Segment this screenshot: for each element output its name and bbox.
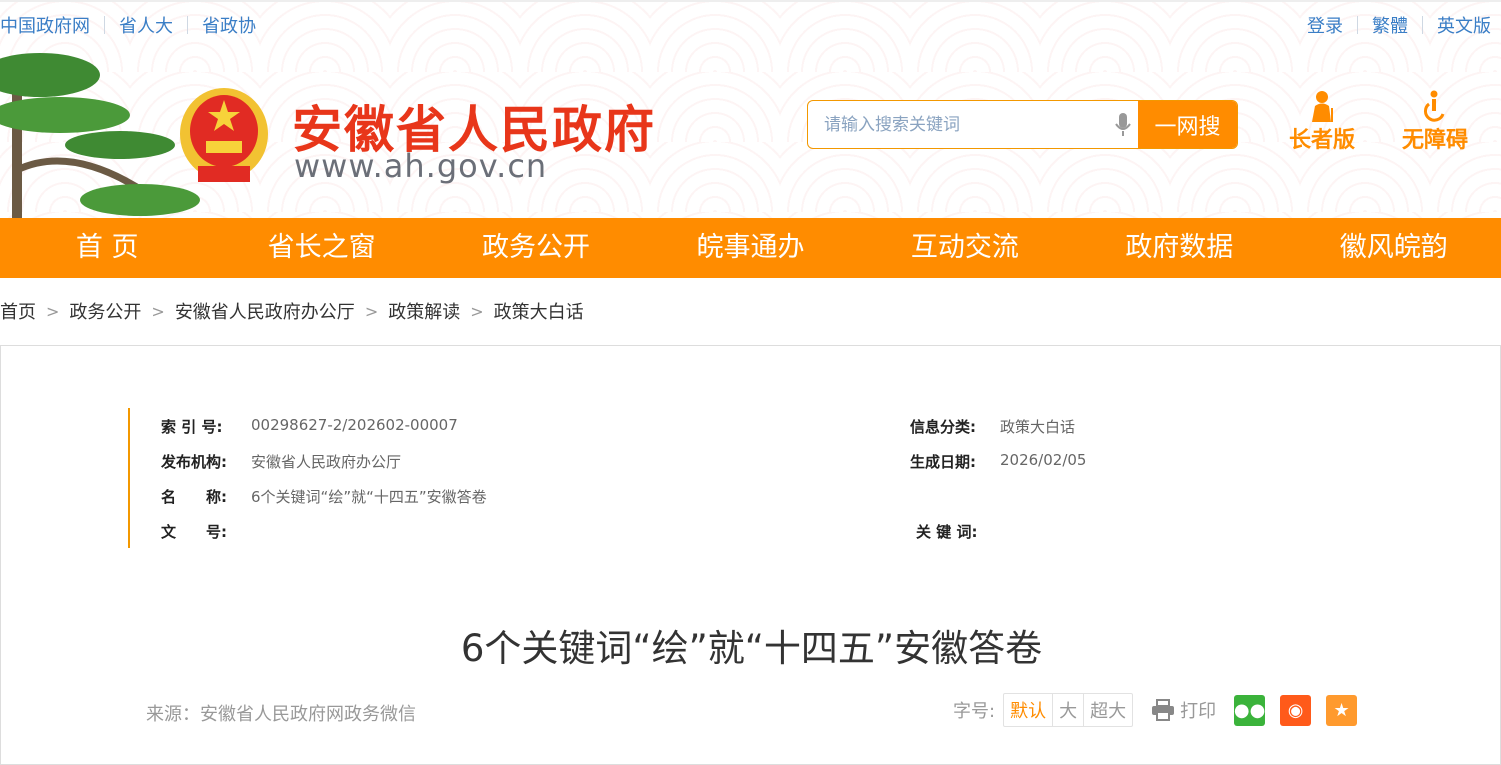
top-right-links: 登录 繁體 英文版	[1307, 12, 1491, 38]
name-value: 6个关键词“绘”就“十四五”安徽答卷	[251, 488, 487, 506]
article-container: 索 引 号: 00298627-2/202602-00007 信息分类: 政策大白话…	[0, 345, 1501, 765]
search-input[interactable]	[808, 101, 1108, 148]
national-emblem-icon	[180, 88, 268, 182]
header: 中国政府网 省人大 省政协 登录 繁體 英文版 安徽省人民政府 www.ah.g…	[0, 0, 1501, 220]
wheelchair-icon	[1424, 90, 1445, 122]
printer-icon	[1152, 699, 1175, 721]
nav-services[interactable]: 皖事通办	[643, 218, 857, 278]
nav-culture[interactable]: 徽风皖韵	[1287, 218, 1501, 278]
date-label: 生成日期:	[910, 453, 976, 471]
elderly-icon	[1312, 91, 1333, 122]
font-xlarge-button[interactable]: 超大	[1083, 694, 1132, 726]
publisher-label: 发布机构:	[161, 453, 227, 471]
date-value: 2026/02/05	[1000, 451, 1087, 469]
search-box: 一网搜	[807, 100, 1238, 149]
nav-data[interactable]: 政府数据	[1072, 218, 1286, 278]
accessibility-button[interactable]: 无障碍	[1402, 90, 1468, 154]
chevron-right-icon: >	[151, 301, 165, 321]
english-link[interactable]: 英文版	[1437, 12, 1491, 38]
article-tools: 字号: 默认 大 超大 打印 ●● ◉ ★	[953, 693, 1358, 727]
docno-label: 文 号:	[161, 523, 227, 541]
top-left-links: 中国政府网 省人大 省政协	[0, 12, 256, 38]
crumb-plain-talk[interactable]: 政策大白话	[494, 298, 584, 324]
category-value: 政策大白话	[1000, 418, 1076, 436]
index-value: 00298627-2/202602-00007	[251, 416, 458, 434]
font-default-button[interactable]: 默认	[1004, 694, 1052, 726]
print-label: 打印	[1180, 701, 1217, 722]
chevron-right-icon: >	[364, 301, 379, 321]
article-source: 来源：安徽省人民政府网政务微信	[146, 704, 416, 725]
crumb-gov-affairs[interactable]: 政务公开	[69, 298, 141, 324]
keywords-label: 关 键 词:	[916, 523, 978, 541]
nav-interaction[interactable]: 互动交流	[858, 218, 1072, 278]
pine-tree-image	[0, 53, 200, 220]
publisher-value: 安徽省人民政府办公厅	[251, 453, 402, 471]
wechat-share-icon[interactable]: ●●	[1234, 694, 1265, 726]
index-label: 索 引 号:	[161, 418, 223, 436]
name-label: 名 称:	[161, 488, 227, 506]
nav-home[interactable]: 首 页	[0, 218, 214, 278]
font-large-button[interactable]: 大	[1052, 694, 1083, 726]
qzone-share-icon[interactable]: ★	[1326, 694, 1358, 726]
article-title: 6个关键词“绘”就“十四五”安徽答卷	[460, 627, 1043, 670]
crumb-policy[interactable]: 政策解读	[388, 298, 460, 324]
accessibility-label: 无障碍	[1402, 128, 1469, 153]
microphone-icon[interactable]	[1108, 101, 1138, 148]
elderly-mode-button[interactable]: 长者版	[1289, 90, 1355, 154]
link-npc[interactable]: 省人大	[119, 12, 173, 38]
chevron-right-icon: >	[46, 301, 60, 321]
crumb-home[interactable]: 首页	[0, 298, 36, 324]
nav-governor[interactable]: 省长之窗	[214, 218, 428, 278]
print-button[interactable]: 打印	[1151, 697, 1216, 723]
search-button[interactable]: 一网搜	[1138, 101, 1237, 148]
font-size-label: 字号:	[953, 701, 996, 722]
traditional-link[interactable]: 繁體	[1372, 12, 1408, 38]
font-size-switcher: 默认 大 超大	[1003, 693, 1134, 727]
meta-table: 索 引 号: 00298627-2/202602-00007 信息分类: 政策大白话…	[128, 408, 1128, 548]
category-label: 信息分类:	[910, 418, 976, 436]
link-gov-cn[interactable]: 中国政府网	[0, 12, 90, 38]
weibo-share-icon[interactable]: ◉	[1280, 694, 1312, 726]
main-nav: 首 页 省长之窗 政务公开 皖事通办 互动交流 政府数据 徽风皖韵	[0, 218, 1501, 278]
nav-gov-affairs[interactable]: 政务公开	[429, 218, 643, 278]
elderly-label: 长者版	[1289, 128, 1356, 153]
crumb-office[interactable]: 安徽省人民政府办公厅	[175, 298, 355, 324]
link-cppcc[interactable]: 省政协	[202, 12, 256, 38]
chevron-right-icon: >	[470, 301, 484, 321]
breadcrumb: 首页 > 政务公开 > 安徽省人民政府办公厅 > 政策解读 > 政策大白话	[0, 298, 584, 324]
login-link[interactable]: 登录	[1307, 12, 1343, 38]
site-url: www.ah.gov.cn	[294, 147, 548, 185]
